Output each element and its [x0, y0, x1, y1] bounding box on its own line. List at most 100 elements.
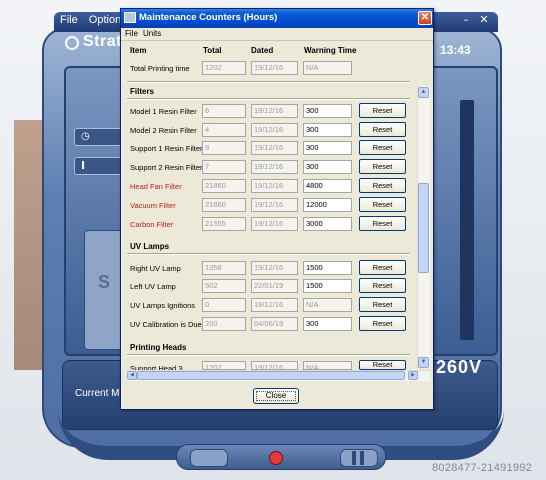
- close-button[interactable]: Close: [253, 388, 299, 404]
- record-icon[interactable]: [269, 451, 283, 465]
- row-total: 200: [202, 317, 246, 331]
- row-warning-input: N/A: [303, 361, 352, 370]
- row-warning-input[interactable]: 300: [303, 104, 352, 118]
- clock-time: 13:43: [440, 43, 471, 57]
- level-bar: [460, 100, 474, 340]
- row-warning-input[interactable]: 12000: [303, 198, 352, 212]
- strata-logo-icon: [65, 36, 79, 50]
- row-dated: 19/12/16: [251, 298, 298, 312]
- separator: [127, 98, 410, 100]
- separator: [127, 253, 410, 255]
- reset-button[interactable]: Reset: [359, 360, 406, 370]
- row-warning-input[interactable]: 3000: [303, 217, 352, 231]
- row-total: 502: [202, 279, 246, 293]
- row-dated: 19/12/16: [251, 361, 298, 370]
- row-warning-input[interactable]: 300: [303, 160, 352, 174]
- minimize-icon[interactable]: –: [458, 13, 474, 27]
- row-dated: 19/12/16: [251, 104, 298, 118]
- row-total: 1202: [202, 361, 246, 370]
- row-total: 21555: [202, 217, 246, 231]
- row-warning-input[interactable]: 1500: [303, 261, 352, 275]
- dialog-menu-units[interactable]: Units: [143, 29, 161, 38]
- row-dated: 19/12/16: [251, 261, 298, 275]
- row-total: 4: [202, 123, 246, 137]
- dialog-title: Maintenance Counters (Hours): [139, 12, 278, 23]
- reset-button[interactable]: Reset: [359, 197, 406, 212]
- side-text-button[interactable]: I: [74, 157, 122, 175]
- separator: [127, 354, 410, 356]
- total-printing-label: Total Printing time: [130, 64, 190, 73]
- watermark-text: 8028477-21491992: [432, 462, 533, 474]
- separator: [127, 81, 410, 83]
- header-total: Total: [203, 46, 222, 55]
- dialog-menu-file[interactable]: File: [125, 29, 138, 38]
- row-dated: 19/12/16: [251, 141, 298, 155]
- reset-button[interactable]: Reset: [359, 122, 406, 137]
- cartridge-letter: S: [98, 272, 111, 292]
- section-title-uv-lamps: UV Lamps: [130, 242, 170, 251]
- scroll-up-icon[interactable]: ▲: [418, 87, 429, 98]
- row-total: 7: [202, 160, 246, 174]
- row-dated: 19/12/16: [251, 123, 298, 137]
- vertical-scroll-thumb[interactable]: [418, 183, 429, 273]
- row-total: 9: [202, 141, 246, 155]
- row-warning-input[interactable]: 300: [303, 317, 352, 331]
- close-icon[interactable]: ✕: [476, 13, 492, 27]
- menu-option[interactable]: Option: [89, 14, 121, 26]
- row-dated: 19/12/16: [251, 179, 298, 193]
- row-total: 0: [202, 298, 246, 312]
- total-printing-warning: N/A: [303, 61, 352, 75]
- reset-button[interactable]: Reset: [359, 278, 406, 293]
- row-label: Right UV Lamp: [130, 264, 181, 273]
- app-icon: [124, 12, 136, 23]
- header-warning: Warning Time: [304, 46, 357, 55]
- side-clock-button[interactable]: ◷: [74, 128, 122, 146]
- row-total: 21860: [202, 179, 246, 193]
- row-label: Head Fan Filter: [130, 182, 182, 191]
- reset-button[interactable]: Reset: [359, 316, 406, 331]
- row-label: Left UV Lamp: [130, 282, 176, 291]
- row-label: Carbon Filter: [130, 220, 174, 229]
- row-label: UV Lamps Ignitions: [130, 301, 196, 310]
- row-warning-input[interactable]: 4800: [303, 179, 352, 193]
- dialog-menubar: File Units: [121, 28, 433, 41]
- header-item: Item: [130, 46, 147, 55]
- reset-button[interactable]: Reset: [359, 140, 406, 155]
- scroll-right-icon[interactable]: ▶: [408, 371, 418, 380]
- row-total: 6: [202, 104, 246, 118]
- row-warning-input[interactable]: 300: [303, 141, 352, 155]
- reset-button[interactable]: Reset: [359, 159, 406, 174]
- row-label: Model 2 Resin Filter: [130, 126, 197, 135]
- reset-button[interactable]: Reset: [359, 103, 406, 118]
- row-dated: 19/12/16: [251, 198, 298, 212]
- row-dated: 22/01/19: [251, 279, 298, 293]
- printer-app-menu: File Option: [60, 14, 129, 26]
- total-printing-dated: 19/12/16: [251, 61, 298, 75]
- row-label: Support 2 Resin Filter: [130, 163, 203, 172]
- horizontal-scroll-thumb[interactable]: [137, 371, 405, 380]
- row-total: 1358: [202, 261, 246, 275]
- reset-button[interactable]: Reset: [359, 216, 406, 231]
- row-label: Model 1 Resin Filter: [130, 107, 197, 116]
- menu-file[interactable]: File: [60, 14, 78, 26]
- dialog-titlebar[interactable]: Maintenance Counters (Hours) ✕: [121, 9, 433, 28]
- dialog-close-icon[interactable]: ✕: [418, 11, 432, 25]
- row-dated: 04/06/19: [251, 317, 298, 331]
- row-warning-input[interactable]: 300: [303, 123, 352, 137]
- reset-button[interactable]: Reset: [359, 297, 406, 312]
- total-printing-total: 1202: [202, 61, 246, 75]
- control-button-left[interactable]: [190, 449, 228, 467]
- row-label: Support 1 Resin Filter: [130, 144, 203, 153]
- section-title-printing-heads: Printing Heads: [130, 343, 187, 352]
- reset-button[interactable]: Reset: [359, 260, 406, 275]
- row-dated: 19/12/16: [251, 160, 298, 174]
- scroll-left-icon[interactable]: ◀: [127, 371, 137, 380]
- pause-icon[interactable]: [352, 451, 364, 465]
- scroll-down-icon[interactable]: ▼: [418, 357, 429, 368]
- row-total: 21860: [202, 198, 246, 212]
- row-warning-input[interactable]: 1500: [303, 279, 352, 293]
- reset-button[interactable]: Reset: [359, 178, 406, 193]
- section-title-filters: Filters: [130, 87, 155, 96]
- row-label: Vacuum Filter: [130, 201, 176, 210]
- maintenance-counters-dialog: Maintenance Counters (Hours) ✕ File Unit…: [120, 8, 434, 410]
